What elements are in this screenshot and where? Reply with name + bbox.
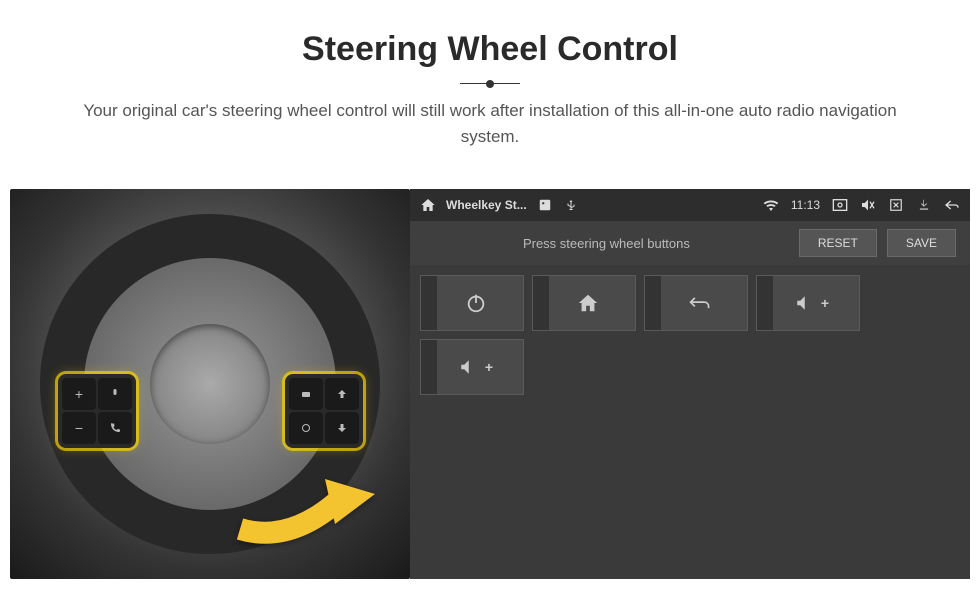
toolbar: Press steering wheel buttons RESET SAVE (410, 221, 970, 265)
action-volume-up-1[interactable]: + (756, 275, 860, 331)
action-return[interactable] (644, 275, 748, 331)
title-divider (460, 83, 520, 84)
wheel-down-button (325, 412, 359, 444)
instruction-text: Press steering wheel buttons (424, 236, 789, 251)
back-icon[interactable] (944, 197, 960, 213)
speaker-icon (795, 294, 813, 312)
save-button[interactable]: SAVE (887, 229, 956, 257)
action-grid: + + (410, 265, 970, 405)
wheel-plus-button: + (62, 378, 96, 410)
wheel-minus-button: − (62, 412, 96, 444)
head-unit-screen: Wheelkey St... 11:13 Press steering whee… (410, 189, 970, 579)
screenshot-icon[interactable] (832, 197, 848, 213)
mute-icon[interactable] (860, 197, 876, 213)
image-icon (537, 197, 553, 213)
wheel-cycle-button (289, 412, 323, 444)
return-icon (688, 293, 712, 313)
pointer-arrow (230, 469, 380, 539)
action-power[interactable] (420, 275, 524, 331)
action-home[interactable] (532, 275, 636, 331)
wheel-mode-button (289, 378, 323, 410)
wheel-phone-button (98, 412, 132, 444)
close-box-icon[interactable] (888, 197, 904, 213)
steering-wheel-image: + − (10, 189, 410, 579)
home-icon (577, 292, 599, 314)
app-title: Wheelkey St... (446, 198, 527, 212)
home-icon[interactable] (420, 197, 436, 213)
status-time: 11:13 (791, 198, 820, 212)
wheel-buttons-left: + − (58, 374, 136, 448)
page-subtitle: Your original car's steering wheel contr… (60, 98, 920, 149)
wheel-voice-button (98, 378, 132, 410)
action-volume-up-2[interactable]: + (420, 339, 524, 395)
usb-icon (563, 197, 579, 213)
volume-plus-label: + (821, 295, 829, 311)
power-icon (465, 292, 487, 314)
wifi-icon (763, 197, 779, 213)
wheel-buttons-right (285, 374, 363, 448)
download-icon[interactable] (916, 197, 932, 213)
wheel-up-button (325, 378, 359, 410)
reset-button[interactable]: RESET (799, 229, 877, 257)
page-title: Steering Wheel Control (20, 30, 960, 69)
status-bar: Wheelkey St... 11:13 (410, 189, 970, 221)
speaker-icon (459, 358, 477, 376)
volume-plus-label: + (485, 359, 493, 375)
